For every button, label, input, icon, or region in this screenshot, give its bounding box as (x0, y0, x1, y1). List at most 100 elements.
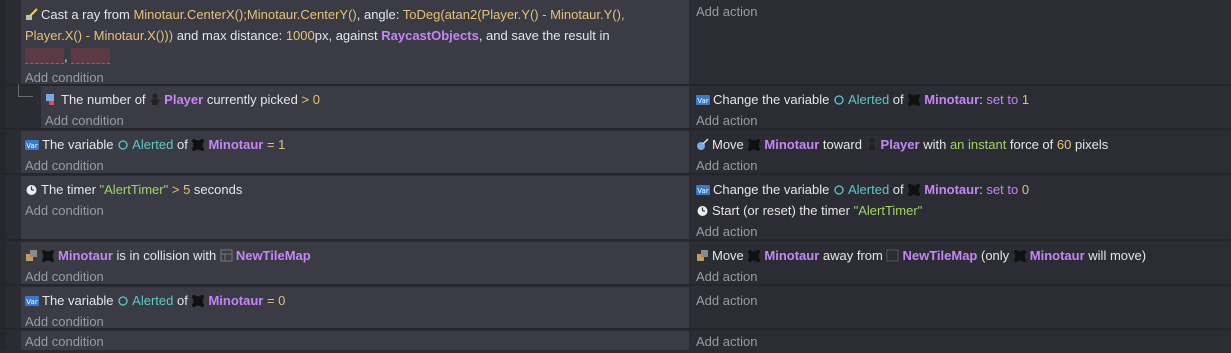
operator[interactable]: set to (983, 92, 1022, 107)
param-timer-name[interactable]: "AlertTimer" (854, 203, 923, 218)
event-alerted-1[interactable]: Var The variable Alerted of Minotaur = 1 … (0, 131, 1231, 173)
operator[interactable]: set to (983, 182, 1022, 197)
event-collision[interactable]: Minotaur is in collision with NewTileMap… (0, 242, 1231, 284)
text: (only (977, 248, 1013, 263)
object-name[interactable]: Minotaur (208, 293, 263, 308)
event-gutter[interactable] (0, 131, 6, 173)
object-name[interactable]: Minotaur (764, 137, 819, 152)
minotaur-sprite-icon (41, 249, 55, 262)
condition-column[interactable]: Cast a ray from Minotaur.CenterX();Minot… (21, 0, 689, 85)
condition-variable[interactable]: Var The variable Alerted of Minotaur = 0 (25, 290, 684, 311)
tilemap-icon (220, 249, 233, 262)
text: , (64, 49, 68, 64)
event-gutter[interactable] (0, 176, 6, 239)
variable-name[interactable]: Alerted (132, 293, 173, 308)
object-name[interactable]: Minotaur (208, 137, 263, 152)
param-value[interactable]: 0 (313, 92, 320, 107)
text: seconds (190, 182, 243, 197)
add-action-button[interactable]: Add action (696, 290, 1225, 312)
force-icon (696, 138, 709, 151)
operator[interactable]: > (301, 92, 309, 107)
text: Change the variable (713, 182, 833, 197)
action-change-variable[interactable]: Var Change the variable Alerted of Minota… (696, 179, 1225, 200)
variable-small-icon (117, 139, 129, 151)
object-name[interactable]: NewTileMap (236, 248, 311, 263)
empty-param-y[interactable] (71, 48, 111, 64)
event-gutter[interactable] (0, 0, 6, 84)
event-timer[interactable]: The timer "AlertTimer" > 5 seconds Add c… (0, 176, 1231, 239)
param-distance[interactable]: 1000 (286, 28, 315, 43)
text: of (889, 92, 908, 107)
condition-column[interactable]: Var The variable Alerted of Minotaur = 1 … (21, 131, 689, 173)
text: will move) (1084, 248, 1147, 263)
operator[interactable]: = (267, 137, 275, 152)
text: The variable (42, 293, 118, 308)
condition-column[interactable]: Add condition (21, 331, 689, 350)
object-name[interactable]: NewTileMap (902, 248, 977, 263)
param-value[interactable]: 0 (278, 293, 285, 308)
condition-column[interactable]: The timer "AlertTimer" > 5 seconds Add c… (21, 176, 689, 239)
variable-name[interactable]: Alerted (848, 92, 889, 107)
action-column[interactable]: Add action (691, 0, 1231, 84)
variable-name[interactable]: Alerted (132, 137, 173, 152)
condition-column[interactable]: The number of Player currently picked > … (41, 86, 689, 128)
action-change-variable[interactable]: Var Change the variable Alerted of Minota… (696, 89, 1225, 110)
add-condition-button[interactable]: Add condition (25, 200, 684, 222)
text: force of (1006, 137, 1057, 152)
text: of (173, 293, 192, 308)
event-empty[interactable]: Add condition Add action (0, 331, 1231, 350)
object-name[interactable]: Player (881, 137, 920, 152)
operator[interactable]: = (267, 293, 275, 308)
condition-player-count[interactable]: The number of Player currently picked > … (45, 89, 684, 110)
minotaur-sprite-icon (1013, 249, 1027, 262)
player-sprite-icon (149, 93, 161, 106)
action-column[interactable]: Add action (691, 287, 1231, 328)
action-reset-timer[interactable]: Start (or reset) the timer "AlertTimer" (696, 200, 1225, 221)
object-count-icon (45, 93, 58, 106)
action-column[interactable]: Move Minotaur away from NewTileMap (only… (691, 242, 1231, 284)
event-gutter[interactable] (0, 86, 6, 128)
action-column[interactable]: Var Change the variable Alerted of Minota… (691, 176, 1231, 239)
object-name[interactable]: Minotaur (58, 248, 113, 263)
action-column[interactable]: Add action (691, 331, 1231, 350)
param-value[interactable]: 1 (1022, 92, 1029, 107)
object-name[interactable]: Minotaur (924, 182, 979, 197)
condition-collision[interactable]: Minotaur is in collision with NewTileMap (25, 245, 684, 266)
collision-icon (696, 249, 709, 262)
param-value[interactable]: 1 (278, 137, 285, 152)
object-name[interactable]: Minotaur (764, 248, 819, 263)
param-origin[interactable]: Minotaur.CenterX();Minotaur.CenterY() (133, 7, 356, 22)
action-column[interactable]: Var Change the variable Alerted of Minota… (691, 86, 1231, 128)
param-against-object[interactable]: RaycastObjects (381, 28, 479, 43)
minotaur-sprite-icon (191, 138, 205, 151)
action-column[interactable]: Move Minotaur toward Player with an inst… (691, 131, 1231, 173)
condition-timer[interactable]: The timer "AlertTimer" > 5 seconds (25, 179, 684, 200)
object-name[interactable]: Minotaur (1030, 248, 1085, 263)
event-gutter[interactable] (0, 331, 6, 350)
condition-variable[interactable]: Var The variable Alerted of Minotaur = 1 (25, 134, 684, 155)
param-value[interactable]: 60 (1057, 137, 1071, 152)
text: The number of (61, 92, 150, 107)
text: px, against (314, 28, 382, 43)
condition-column[interactable]: Minotaur is in collision with NewTileMap… (21, 242, 689, 284)
add-action-button[interactable]: Add action (696, 1, 1225, 23)
param-force-type[interactable]: an instant (950, 137, 1006, 152)
text: Cast a ray from (41, 7, 134, 22)
event-player-picked[interactable]: The number of Player currently picked > … (0, 86, 1231, 128)
action-separate[interactable]: Move Minotaur away from NewTileMap (only… (696, 245, 1225, 266)
param-value[interactable]: 0 (1022, 182, 1029, 197)
event-gutter[interactable] (0, 287, 6, 328)
operator[interactable]: > (172, 182, 180, 197)
object-name[interactable]: Player (164, 92, 203, 107)
condition-raycast[interactable]: Cast a ray from Minotaur.CenterX();Minot… (25, 4, 684, 67)
variable-icon: Var (696, 184, 710, 196)
empty-param-x[interactable] (25, 48, 64, 64)
event-raycast[interactable]: Cast a ray from Minotaur.CenterX();Minot… (0, 0, 1231, 85)
param-timer-name[interactable]: "AlertTimer" (100, 182, 169, 197)
action-move-toward[interactable]: Move Minotaur toward Player with an inst… (696, 134, 1225, 155)
variable-name[interactable]: Alerted (848, 182, 889, 197)
event-alerted-0[interactable]: Var The variable Alerted of Minotaur = 0 … (0, 287, 1231, 329)
object-name[interactable]: Minotaur (924, 92, 979, 107)
condition-column[interactable]: Var The variable Alerted of Minotaur = 0 … (21, 287, 689, 329)
event-gutter[interactable] (0, 242, 6, 284)
